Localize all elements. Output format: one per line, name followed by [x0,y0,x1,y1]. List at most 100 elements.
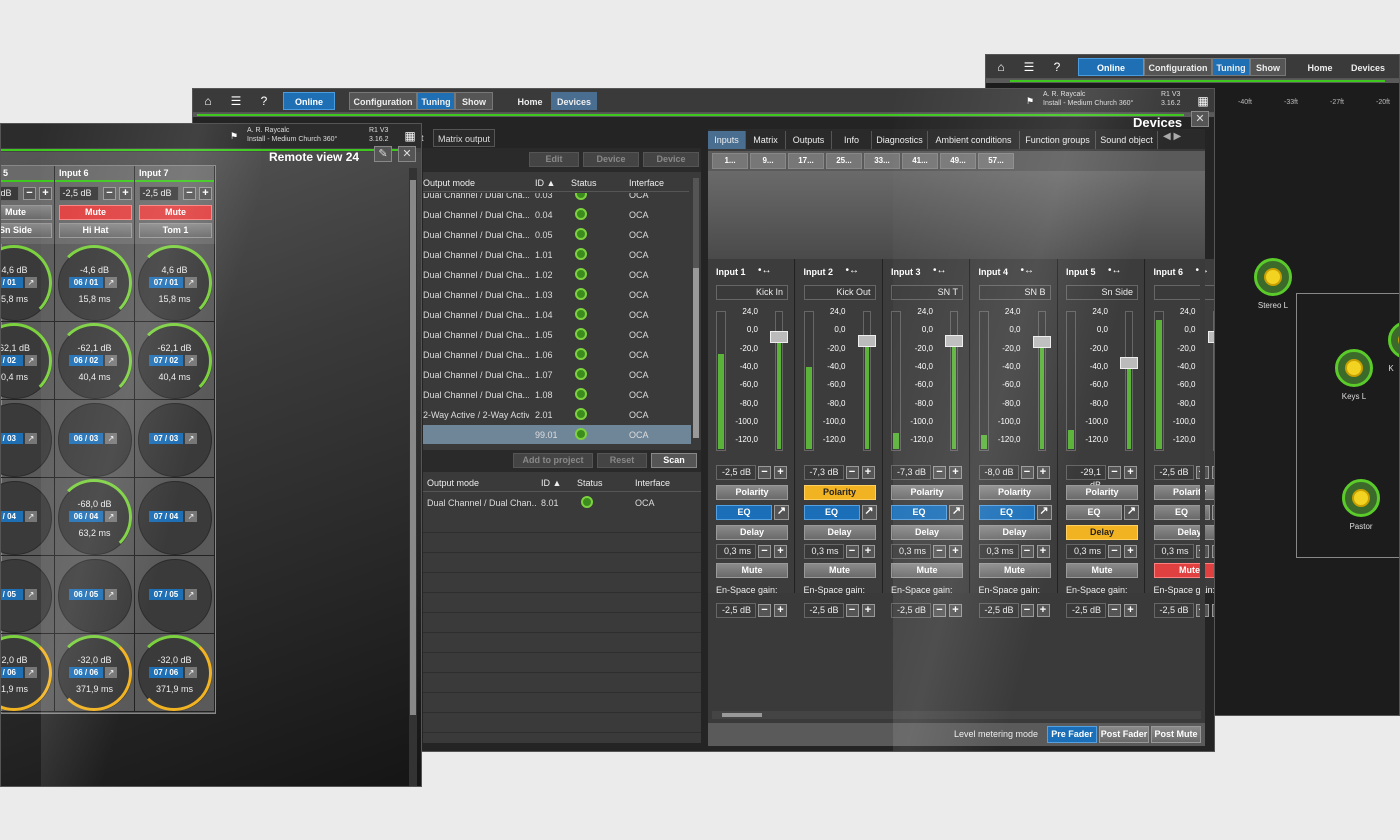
online-button[interactable]: Online [283,92,335,110]
table-row[interactable]: Dual Channel / Dual Cha... 1.06 OCA [423,345,691,365]
enspace-plus-button[interactable]: + [1124,604,1137,617]
polarity-button[interactable]: Polarity [1066,485,1138,500]
gain-minus-button[interactable]: − [933,466,946,479]
enspace-plus-button[interactable]: + [949,604,962,617]
remote-cell[interactable]: 2,0 dB 5 / 06↗ 1,9 ms [1,634,55,712]
eq-button[interactable]: EQ [716,505,772,520]
eq-open-icon[interactable]: ↗ [949,505,964,520]
open-icon[interactable]: ↗ [105,667,117,678]
gain-value[interactable]: -2,5 dB [1153,465,1194,480]
menu-icon[interactable]: ☰ [227,92,245,110]
delay-button[interactable]: Delay [803,525,876,540]
gain-plus-button[interactable]: + [1211,466,1214,479]
fader-track[interactable] [862,311,871,451]
gain-plus-button[interactable]: + [199,187,212,200]
eq-button[interactable]: EQ [803,505,860,520]
table-row[interactable]: Dual Channel / Dual Cha... 0.04 OCA [423,205,691,225]
scrollbar[interactable] [693,178,699,438]
fader-knob[interactable] [770,330,788,343]
cell-channel-badge[interactable]: 06 / 02 [69,355,103,366]
mute-button[interactable]: Mute [1066,563,1138,578]
delay-button[interactable]: Delay [1153,525,1214,540]
grid-icon[interactable]: ▦ [1194,92,1212,110]
bank-button[interactable]: 41... [902,153,938,169]
tab-diagnostics[interactable]: Diagnostics [872,131,928,149]
table-row[interactable]: 99.01 OCA [423,425,691,445]
mute-button[interactable]: Mute [891,563,963,578]
enspace-value[interactable]: -2,5 dB [716,603,756,618]
cell-channel-badge[interactable]: 5 / 04 [1,511,23,522]
cell-channel-badge[interactable]: 06 / 06 [69,667,103,678]
home-tab[interactable]: Home [1300,58,1340,76]
gain-plus-button[interactable]: + [39,187,52,200]
table-row[interactable]: Dual Channel / Dual Cha... 1.08 OCA [423,385,691,405]
enspace-minus-button[interactable]: − [845,604,859,617]
gain-plus-button[interactable]: + [774,466,787,479]
open-icon[interactable]: ↗ [105,277,117,288]
cell-channel-badge[interactable]: 07 / 04 [149,511,183,522]
cell-channel-badge[interactable]: 07 / 02 [149,355,183,366]
fader-knob[interactable] [1120,356,1138,369]
remote-cell[interactable]: 07 / 03 ↗ [135,400,215,478]
table-row[interactable]: Dual Channel / Dual Cha... 1.03 OCA [423,285,691,305]
enspace-minus-button[interactable]: − [1108,604,1121,617]
open-icon[interactable]: ↗ [185,355,197,366]
delay-plus-button[interactable]: + [1124,545,1137,558]
delay-button[interactable]: Delay [891,525,963,540]
enspace-value[interactable]: -2,5 dB [978,603,1019,618]
remote-cell[interactable]: -68,0 dB 06 / 04 ↗ 63,2 ms [55,478,135,556]
table-row[interactable]: Dual Channel / Dual Cha... 1.05 OCA [423,325,691,345]
eq-open-icon[interactable]: ↗ [774,505,789,520]
strip-label[interactable]: H [1153,285,1214,300]
bank-button[interactable]: 17... [788,153,824,169]
scan-button[interactable]: Scan [651,453,697,468]
gain-value[interactable]: -29,1 dB [1066,465,1106,490]
link-icon[interactable]: •↔ [933,265,947,276]
tab-matrix[interactable]: Matrix [746,131,786,149]
gain-minus-button[interactable]: − [1020,466,1034,479]
bank-button[interactable]: 9... [750,153,786,169]
delay-minus-button[interactable]: − [845,545,859,558]
open-icon[interactable]: ↗ [185,433,197,444]
eq-button[interactable]: EQ [978,505,1035,520]
flag-icon[interactable]: ⚑ [225,127,243,145]
cell-channel-badge[interactable]: 5 / 01 [1,277,23,288]
open-icon[interactable]: ↗ [25,277,37,288]
remote-cell[interactable]: 07 / 04 ↗ [135,478,215,556]
home-icon[interactable]: ⌂ [992,58,1010,76]
reset-button[interactable]: Reset [597,453,647,468]
remote-cell[interactable]: 5 / 03↗ [1,400,55,478]
remote-cell[interactable]: -62,1 dB 06 / 02 ↗ 40,4 ms [55,322,135,400]
mute-button[interactable]: Mute [1153,563,1214,578]
tuning-button[interactable]: Tuning [417,92,455,110]
gain-plus-button[interactable]: + [861,466,875,479]
strip-label[interactable]: Kick In [716,285,788,300]
polarity-button[interactable]: Polarity [803,485,876,500]
mute-button[interactable]: Mute [139,205,212,220]
open-icon[interactable]: ↗ [185,589,197,600]
h-scrollbar[interactable] [712,711,1201,719]
cell-channel-badge[interactable]: 5 / 05 [1,589,23,600]
gain-value[interactable]: -2,5 dB [59,186,99,201]
open-icon[interactable]: ↗ [25,667,37,678]
table-row[interactable]: 2-Way Active / 2-Way Active 2.01 OCA [423,405,691,425]
fader-track[interactable] [950,311,958,451]
tab-sound-object[interactable]: Sound object [1096,131,1158,149]
mute-button[interactable]: Mute [803,563,876,578]
delay-value[interactable]: 0,3 ms [803,544,844,559]
edit-button[interactable]: Edit [529,152,579,167]
label-button[interactable]: Hi Hat [59,223,132,238]
gain-minus-button[interactable]: − [1108,466,1121,479]
remote-cell[interactable]: 07 / 05 ↗ [135,556,215,634]
gain-plus-button[interactable]: + [1124,466,1137,479]
open-icon[interactable]: ↗ [105,433,117,444]
delay-button[interactable]: Delay [1066,525,1138,540]
enspace-plus-button[interactable]: + [774,604,787,617]
gain-value[interactable]: -7,3 dB [891,465,931,480]
close-button[interactable]: ✕ [398,146,416,162]
gain-value[interactable]: -2,5 dB [1,186,19,201]
tuning-button[interactable]: Tuning [1212,58,1250,76]
delay-plus-button[interactable]: + [949,545,962,558]
enspace-minus-button[interactable]: − [1020,604,1034,617]
remote-cell[interactable]: 4,6 dB 5 / 01↗ 5,8 ms [1,244,55,322]
